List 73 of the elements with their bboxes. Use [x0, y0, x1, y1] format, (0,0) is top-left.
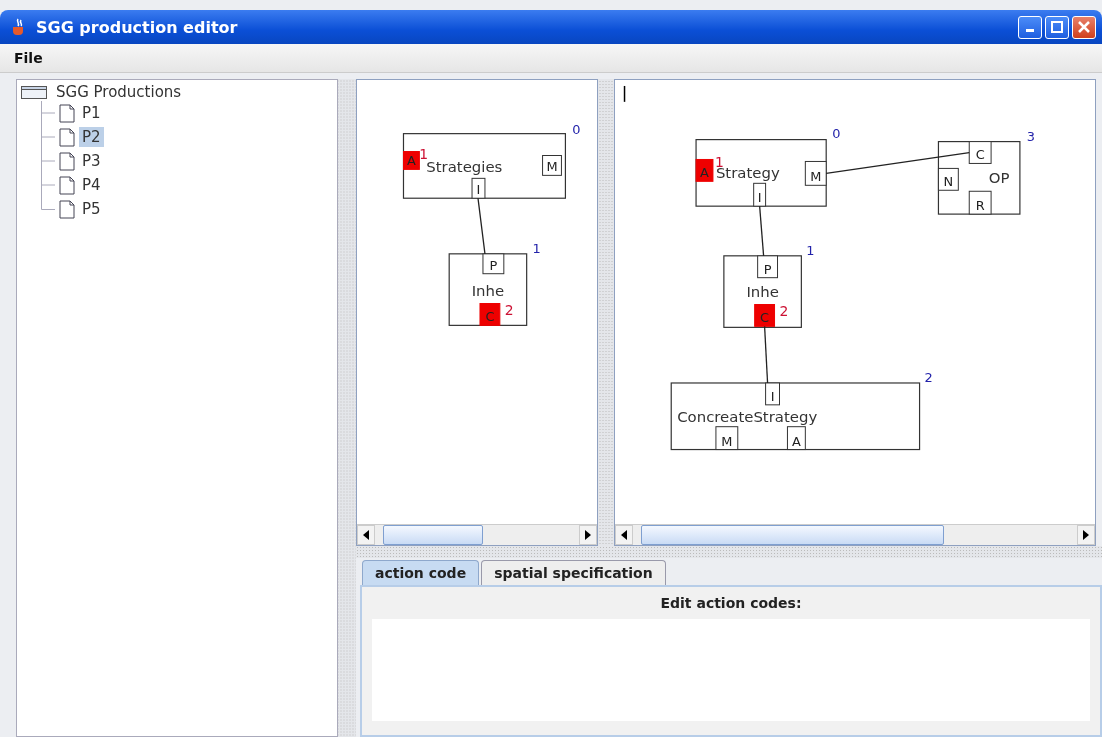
connector-line: [477, 197, 486, 255]
left-arrow-icon: [362, 530, 370, 540]
minimize-icon: [1026, 29, 1034, 32]
port-box[interactable]: C: [754, 304, 776, 327]
tree-item[interactable]: P1: [79, 103, 104, 123]
left-arrow-icon: [620, 530, 628, 540]
panel-heading: Edit action codes:: [660, 595, 802, 611]
window-title: SGG production editor: [36, 17, 239, 37]
port-box[interactable]: M: [715, 426, 739, 451]
node-index: 3: [1026, 128, 1036, 144]
close-button[interactable]: [1072, 15, 1096, 39]
port-box[interactable]: C: [968, 141, 992, 164]
node-index: 0: [572, 121, 581, 137]
port-number: 1: [419, 146, 429, 163]
right-arrow-icon: [584, 530, 592, 540]
connector-line: [759, 205, 765, 257]
port-box[interactable]: I: [765, 382, 780, 406]
port-box[interactable]: I: [753, 182, 767, 207]
tree-item[interactable]: P4: [79, 175, 104, 195]
port-box[interactable]: I: [471, 177, 486, 199]
tab[interactable]: action code: [362, 560, 480, 585]
node-label: Strategies: [426, 158, 503, 177]
node-index: 1: [806, 242, 815, 258]
node-index: 1: [532, 240, 541, 256]
scroll-thumb[interactable]: [383, 525, 483, 545]
scroll-right-button[interactable]: [1077, 525, 1095, 545]
port-box[interactable]: C: [479, 303, 501, 326]
horizontal-scrollbar[interactable]: [615, 524, 1095, 545]
tree-item[interactable]: P5: [79, 199, 104, 219]
port-box[interactable]: M: [804, 160, 827, 186]
tree-item[interactable]: P2: [79, 127, 104, 147]
scroll-thumb[interactable]: [641, 525, 944, 545]
document-icon: [59, 175, 75, 195]
text-cursor: [623, 85, 626, 103]
tab[interactable]: spatial specification: [481, 560, 666, 585]
maximize-icon: [1051, 21, 1063, 33]
node-index: 2: [924, 370, 933, 385]
right-arrow-icon: [1082, 530, 1090, 540]
document-icon: [59, 127, 75, 147]
document-icon: [59, 103, 75, 123]
tree-line: [41, 149, 55, 173]
tree-item[interactable]: SGG Productions: [53, 82, 185, 102]
port-box[interactable]: N: [937, 167, 959, 191]
horizontal-scrollbar[interactable]: [357, 524, 597, 545]
menu-item[interactable]: File: [10, 48, 47, 68]
minimize-button[interactable]: [1018, 15, 1042, 39]
port-box[interactable]: A: [695, 158, 714, 182]
node-label: Inhe: [746, 282, 779, 301]
port-box[interactable]: P: [757, 255, 778, 279]
document-icon: [59, 151, 75, 171]
scroll-right-button[interactable]: [579, 525, 597, 545]
port-box[interactable]: P: [482, 253, 505, 275]
port-number: 2: [779, 303, 789, 320]
tree-line: [41, 101, 55, 125]
node-label: Inhe: [471, 281, 505, 300]
node-box[interactable]: [402, 133, 566, 199]
port-box[interactable]: R: [968, 190, 992, 215]
node-label: ConcreateStrategy: [677, 407, 818, 426]
node-index: 0: [832, 125, 841, 141]
port-box[interactable]: A: [403, 151, 420, 170]
node-box[interactable]: [670, 382, 921, 451]
maximize-button[interactable]: [1045, 15, 1069, 39]
connector-line: [763, 325, 769, 384]
scroll-left-button[interactable]: [357, 525, 375, 545]
tree-item[interactable]: P3: [79, 151, 104, 171]
close-icon: [1078, 21, 1090, 33]
scroll-left-button[interactable]: [615, 525, 633, 545]
tree-line: [41, 125, 55, 149]
port-box[interactable]: M: [542, 155, 562, 176]
port-box[interactable]: A: [786, 426, 806, 451]
port-number: 2: [504, 302, 514, 319]
node-label: OP: [988, 169, 1010, 188]
document-icon: [59, 199, 75, 219]
